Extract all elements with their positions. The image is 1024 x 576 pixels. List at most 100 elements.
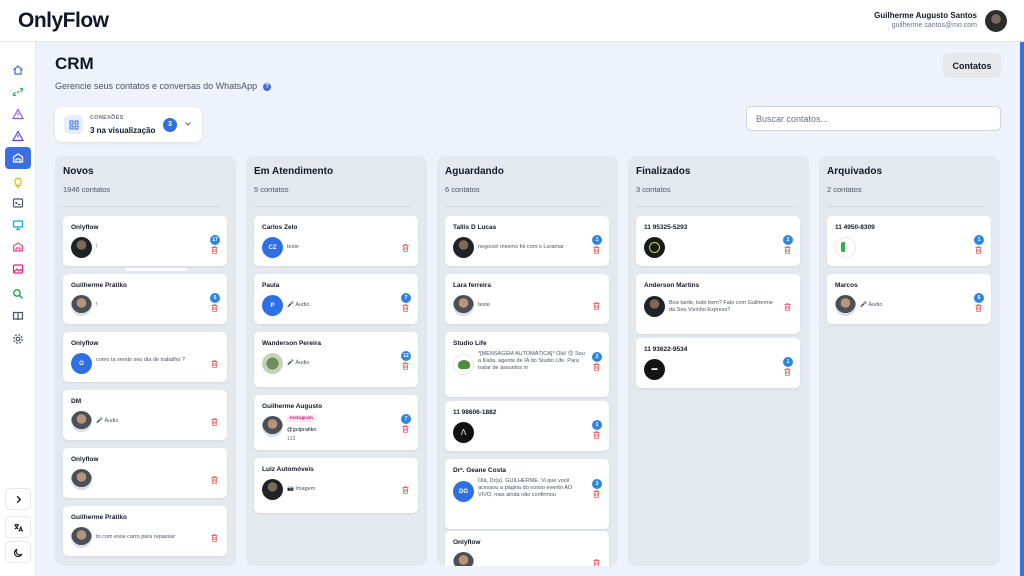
contact-avatar[interactable]	[644, 359, 665, 380]
unread-badge: 7	[401, 414, 411, 424]
help-icon[interactable]: ?	[263, 82, 272, 91]
lightbulb-icon[interactable]	[5, 172, 31, 192]
contact-card[interactable]: Paula P 🎤 Áudio 7	[254, 274, 418, 324]
contact-card[interactable]: 11 4950-8309 1	[827, 216, 991, 266]
contact-avatar[interactable]	[644, 296, 665, 317]
contact-card[interactable]: Guilherme Augusto Instagram @guipratiko 123…	[254, 395, 418, 450]
home-icon[interactable]	[5, 60, 31, 80]
contact-avatar[interactable]	[71, 469, 92, 490]
contact-card[interactable]: Lara ferreira teste	[445, 274, 609, 324]
column-count: 6 contatos	[445, 185, 480, 194]
trash-icon[interactable]	[975, 304, 982, 312]
connections-selector[interactable]: CONEXÕES 3 na visualização	[55, 107, 202, 142]
trash-icon[interactable]	[784, 246, 791, 254]
contact-avatar[interactable]: DG	[453, 481, 474, 502]
trash-icon[interactable]	[784, 303, 791, 311]
contact-avatar[interactable]	[644, 237, 665, 258]
terminal-icon[interactable]	[5, 193, 31, 213]
contact-card[interactable]: Studio Life *[MENSAGEM AUTOMÁTICA]* Olá! …	[445, 332, 609, 397]
image-icon[interactable]	[5, 259, 31, 279]
link-icon[interactable]	[5, 82, 31, 102]
trash-icon[interactable]	[784, 368, 791, 376]
trash-icon[interactable]	[593, 490, 600, 498]
unread-badge: 2	[783, 235, 793, 245]
trash-icon[interactable]	[211, 418, 218, 426]
trash-icon[interactable]	[593, 431, 600, 439]
contact-card[interactable]: Onlyflow Ocomo ta sendo seu dia de trabal…	[63, 332, 227, 382]
column-divider	[636, 206, 793, 207]
contact-avatar[interactable]: O	[71, 353, 92, 374]
contact-card[interactable]: Tallis D Lucas negociei mesmo foi com o L…	[445, 216, 609, 266]
trash-icon[interactable]	[975, 246, 982, 254]
contact-card[interactable]: Onlyflow	[63, 448, 227, 498]
contact-card[interactable]: Drª. Geane Costa DG Olá, Dr(a). GUILHERME.…	[445, 459, 609, 529]
contact-avatar[interactable]	[453, 354, 474, 375]
unread-badge: 6	[974, 293, 984, 303]
trash-icon[interactable]	[402, 486, 409, 494]
contact-card[interactable]: Carlos Zelo CZ teste	[254, 216, 418, 266]
contact-card[interactable]: Onlyflow! 17	[63, 216, 227, 266]
alert-triangle-icon[interactable]	[5, 104, 31, 124]
contact-card[interactable]: Wanderson Pereira 🎤 Áudio 12	[254, 332, 418, 387]
dark-mode-toggle[interactable]	[5, 541, 31, 563]
contact-avatar[interactable]	[453, 237, 474, 258]
trash-icon[interactable]	[402, 425, 409, 433]
contact-card[interactable]: Onlyflow	[445, 531, 609, 566]
contact-card[interactable]: Luiz Automóveis 📷 Imagem	[254, 458, 418, 513]
trash-icon[interactable]	[402, 244, 409, 252]
contact-avatar[interactable]	[453, 422, 474, 443]
contact-avatar[interactable]	[835, 295, 856, 316]
settings-icon[interactable]	[5, 329, 31, 349]
contact-card[interactable]: Guilherme Prátiko! 5	[63, 274, 227, 324]
contact-avatar[interactable]	[835, 237, 856, 258]
trash-icon[interactable]	[402, 362, 409, 370]
contact-card[interactable]: Anderson Martins Boa tarde, tudo bem? Fal…	[636, 274, 800, 334]
chevron-down-icon[interactable]	[184, 120, 192, 128]
contact-card[interactable]: Guilherme Prátiko to com esse carro para …	[63, 506, 227, 556]
trash-icon[interactable]	[402, 304, 409, 312]
contact-avatar[interactable]	[262, 353, 283, 374]
column-count: 5 contatos	[254, 185, 289, 194]
search-icon[interactable]	[5, 284, 31, 304]
contact-avatar[interactable]	[71, 411, 92, 432]
contact-avatar[interactable]: P	[262, 295, 283, 316]
unread-badge: 12	[401, 351, 411, 361]
trash-icon[interactable]	[593, 559, 600, 566]
trash-icon[interactable]	[211, 360, 218, 368]
user-avatar[interactable]	[985, 10, 1007, 32]
app-logo[interactable]: OnlyFlow	[18, 9, 109, 33]
contact-card[interactable]: 11 98606-1882 1	[445, 401, 609, 451]
column-divider	[254, 206, 411, 207]
contact-card[interactable]: DM 🎤 Áudio	[63, 390, 227, 440]
contact-avatar[interactable]	[71, 237, 92, 258]
network-icon[interactable]	[5, 237, 31, 257]
translate-button[interactable]	[5, 516, 31, 538]
message-preview: 🎤 Áudio	[287, 360, 310, 366]
contact-avatar[interactable]	[262, 416, 283, 437]
trash-icon[interactable]	[593, 302, 600, 310]
crm-board-icon[interactable]	[5, 147, 31, 169]
contact-avatar[interactable]	[453, 552, 474, 566]
contact-avatar[interactable]	[262, 479, 283, 500]
expand-sidebar-button[interactable]	[5, 488, 31, 510]
trash-icon[interactable]	[211, 246, 218, 254]
trash-icon[interactable]	[593, 246, 600, 254]
contact-card[interactable]: 11 95325-5293 2	[636, 216, 800, 266]
contact-avatar[interactable]	[453, 295, 474, 316]
trash-icon[interactable]	[211, 304, 218, 312]
contact-avatar[interactable]: CZ	[262, 237, 283, 258]
warning-triangle-icon[interactable]	[5, 126, 31, 146]
user-info[interactable]: Guilherme Augusto Santos guilherme.santo…	[874, 11, 977, 29]
trash-icon[interactable]	[211, 476, 218, 484]
trash-icon[interactable]	[593, 363, 600, 371]
contact-avatar[interactable]	[71, 295, 92, 316]
contact-card[interactable]: Marcos 🎤 Áudio 6	[827, 274, 991, 324]
search-input[interactable]	[746, 106, 1001, 131]
monitor-icon[interactable]	[5, 215, 31, 235]
book-icon[interactable]	[5, 306, 31, 326]
contacts-button[interactable]: Contatos	[943, 53, 1001, 78]
trash-icon[interactable]	[211, 534, 218, 542]
page-title: CRM	[55, 54, 94, 73]
contact-avatar[interactable]	[71, 527, 92, 548]
contact-card[interactable]: 11 93622-9534 1	[636, 338, 800, 388]
